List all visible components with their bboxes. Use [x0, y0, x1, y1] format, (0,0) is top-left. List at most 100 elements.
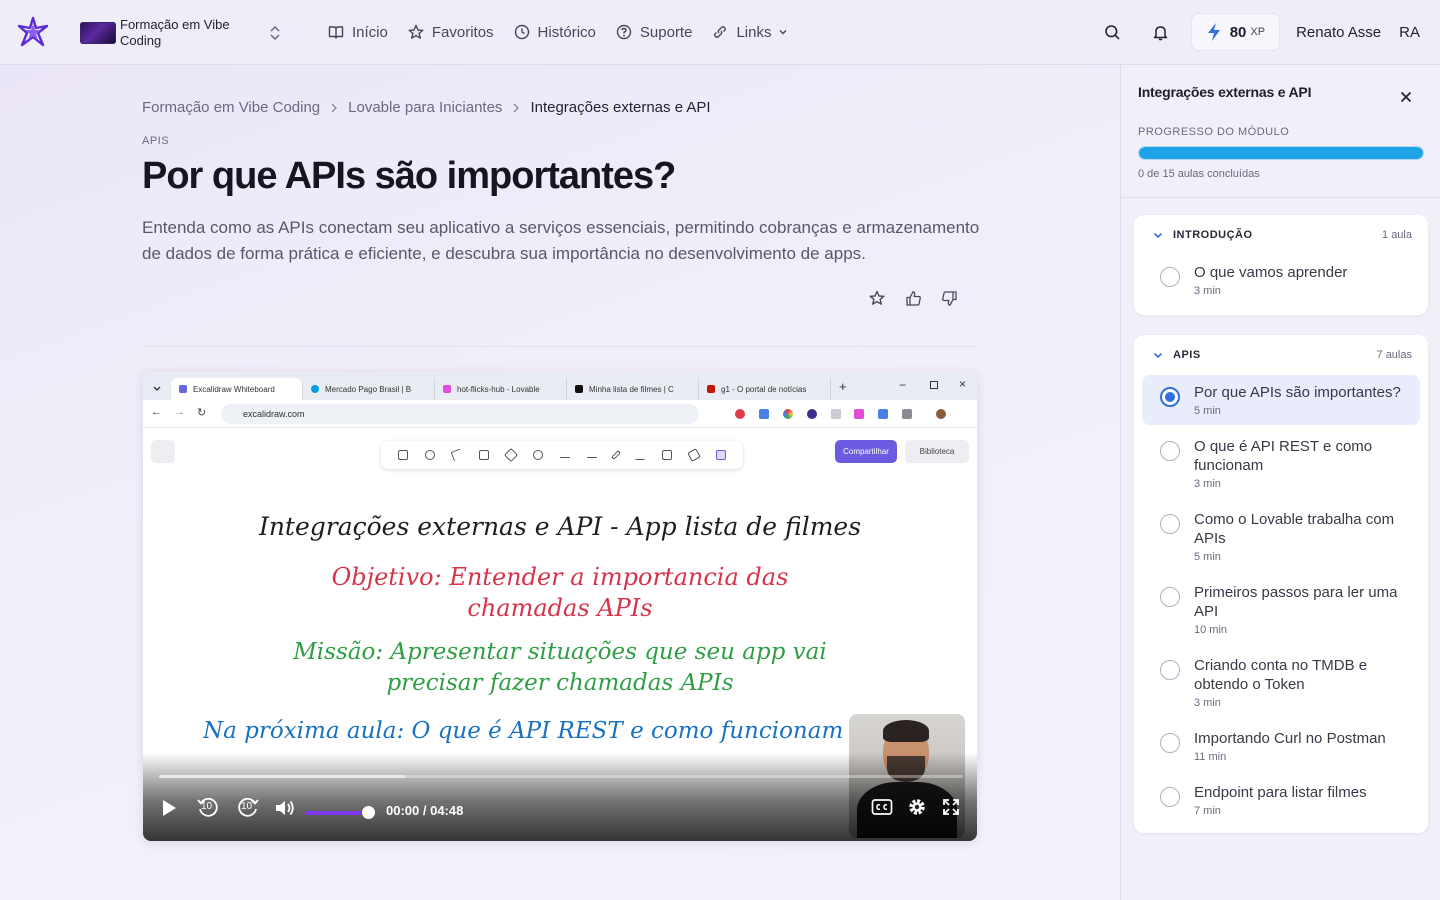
board-goal-text: Objetivo: Entender a importancia das cha…: [331, 563, 789, 622]
gear-icon: [909, 799, 925, 815]
lesson-title: Como o Lovable trabalha com APIs: [1194, 511, 1395, 547]
top-bar: Formação em Vibe Coding Início Favoritos…: [0, 0, 1440, 65]
xp-badge[interactable]: 80 XP: [1190, 13, 1281, 51]
dislike-button[interactable]: [938, 287, 960, 309]
lesson-item-active[interactable]: Por que APIs são importantes? 5 min: [1142, 375, 1420, 425]
lesson-title: Criando conta no TMDB e obtendo o Token: [1194, 657, 1368, 693]
close-icon: [1400, 91, 1412, 103]
extension-icon: [854, 409, 864, 419]
lesson-duration: 3 min: [1194, 697, 1221, 709]
video-browser-tab: hot-flicks-hub - Lovable: [435, 378, 567, 400]
nav-favoritos[interactable]: Favoritos: [398, 17, 504, 47]
lesson-item[interactable]: Primeiros passos para ler uma API 10 min: [1142, 575, 1420, 644]
volume-button[interactable]: [273, 796, 297, 820]
course-selector[interactable]: Formação em Vibe Coding: [80, 14, 290, 52]
play-button[interactable]: [157, 796, 181, 820]
rectangle-tool-icon: [478, 450, 489, 460]
captions-button[interactable]: [869, 794, 895, 820]
play-icon: [163, 800, 176, 816]
tab-label: Excalidraw Whiteboard: [193, 384, 275, 394]
volume-slider-handle[interactable]: [362, 806, 375, 819]
avatar[interactable]: RA: [1399, 24, 1420, 41]
lesson-duration: 11 min: [1194, 751, 1227, 763]
lesson-item[interactable]: O que é API REST e como funcionam 3 min: [1142, 429, 1420, 498]
user-name[interactable]: Renato Asse: [1296, 24, 1381, 41]
module-progress-text: 0 de 15 aulas concluídas: [1138, 168, 1260, 180]
pencil-tool-icon: [611, 450, 621, 460]
chevron-down-icon: [153, 386, 161, 391]
lesson-actions: [866, 287, 960, 309]
chevron-updown-icon: [270, 25, 280, 41]
lesson-item[interactable]: O que vamos aprender 3 min: [1142, 255, 1420, 305]
lesson-item[interactable]: Criando conta no TMDB e obtendo o Token …: [1142, 648, 1420, 717]
nav-label: Favoritos: [431, 23, 494, 41]
new-tab-icon: +: [839, 378, 847, 394]
lesson-item[interactable]: Como o Lovable trabalha com APIs 5 min: [1142, 502, 1420, 571]
tab-favicon: [311, 385, 319, 393]
captions-icon: [871, 799, 893, 815]
xp-unit: XP: [1250, 26, 1266, 38]
board-next-text: Na próxima aula: O que é API REST e como…: [203, 718, 844, 744]
board-title-text: Integrações externas e API - App lista d…: [258, 512, 862, 541]
module-progress-label: PROGRESSO DO MÓDULO: [1138, 126, 1290, 138]
lesson-item[interactable]: Endpoint para listar filmes 7 min: [1142, 775, 1420, 825]
lesson-item[interactable]: Importando Curl no Postman 11 min: [1142, 721, 1420, 771]
divider: [142, 346, 977, 347]
nav-label: Histórico: [537, 23, 596, 41]
board-mission-text: Missão: Apresentar situações que seu app…: [293, 639, 827, 696]
extension-icon: [878, 409, 888, 419]
nav-suporte[interactable]: Suporte: [606, 17, 703, 47]
forward-button[interactable]: 10: [235, 794, 261, 820]
module-name: APIS: [1173, 349, 1201, 361]
breadcrumb-item[interactable]: Lovable para Iniciantes: [348, 99, 502, 116]
settings-button[interactable]: [904, 794, 930, 820]
module-sidebar: Integrações externas e API PROGRESSO DO …: [1120, 65, 1440, 900]
tab-favicon: [575, 385, 583, 393]
eraser-tool-icon: [687, 448, 702, 462]
forward-icon: →: [174, 406, 185, 418]
lesson-status-radio: [1160, 514, 1180, 534]
like-button[interactable]: [902, 287, 924, 309]
lesson-status-radio: [1160, 733, 1180, 753]
lesson-title: Primeiros passos para ler uma API: [1194, 584, 1398, 620]
select-tool-icon: [450, 448, 464, 462]
notifications-button[interactable]: [1145, 16, 1177, 48]
search-icon: [1105, 24, 1120, 40]
lesson-duration: 5 min: [1194, 551, 1221, 563]
volume-icon: [276, 800, 294, 816]
favorite-button[interactable]: [866, 287, 888, 309]
breadcrumb-item[interactable]: Formação em Vibe Coding: [142, 99, 320, 116]
module-header[interactable]: INTRODUÇÃO 1 aula: [1134, 215, 1428, 255]
video-progress-bar[interactable]: [159, 775, 963, 778]
lesson-status-radio: [1160, 267, 1180, 287]
back-icon: ←: [151, 406, 162, 418]
module-header[interactable]: APIS 7 aulas: [1134, 335, 1428, 375]
fullscreen-button[interactable]: [938, 794, 964, 820]
search-button[interactable]: [1097, 16, 1129, 48]
lesson-description: Entenda como as APIs conectam seu aplica…: [142, 218, 980, 263]
lesson-duration: 10 min: [1194, 624, 1228, 636]
module-lesson-count: 7 aulas: [1376, 349, 1412, 361]
rewind-button[interactable]: 10: [195, 794, 221, 820]
hand-tool-icon: [424, 450, 435, 460]
nav-inicio[interactable]: Início: [318, 17, 398, 47]
extension-icon: [807, 409, 817, 419]
extension-icon: [831, 409, 841, 419]
video-browser-tab: Mercado Pago Brasil | B: [303, 378, 435, 400]
nav-links[interactable]: Links: [702, 17, 799, 47]
nav-label: Suporte: [639, 23, 693, 41]
breadcrumb-current: Integrações externas e API: [530, 99, 711, 116]
nav-historico[interactable]: Histórico: [504, 17, 606, 47]
sidebar-close-button[interactable]: [1395, 86, 1417, 108]
extension-icon: [902, 409, 912, 419]
lesson-status-radio: [1160, 660, 1180, 680]
app-logo-icon[interactable]: [16, 15, 50, 49]
tab-favicon: [443, 385, 451, 393]
video-player[interactable]: Excalidraw Whiteboard Mercado Pago Brasi…: [143, 372, 977, 841]
fullscreen-icon: [943, 799, 959, 815]
board-share-button: Compartilhar: [835, 440, 897, 463]
module-name: INTRODUÇÃO: [1173, 229, 1253, 241]
nav-label: Links: [736, 23, 772, 41]
book-icon: [328, 26, 344, 39]
lesson-title: Endpoint para listar filmes: [1194, 784, 1367, 801]
